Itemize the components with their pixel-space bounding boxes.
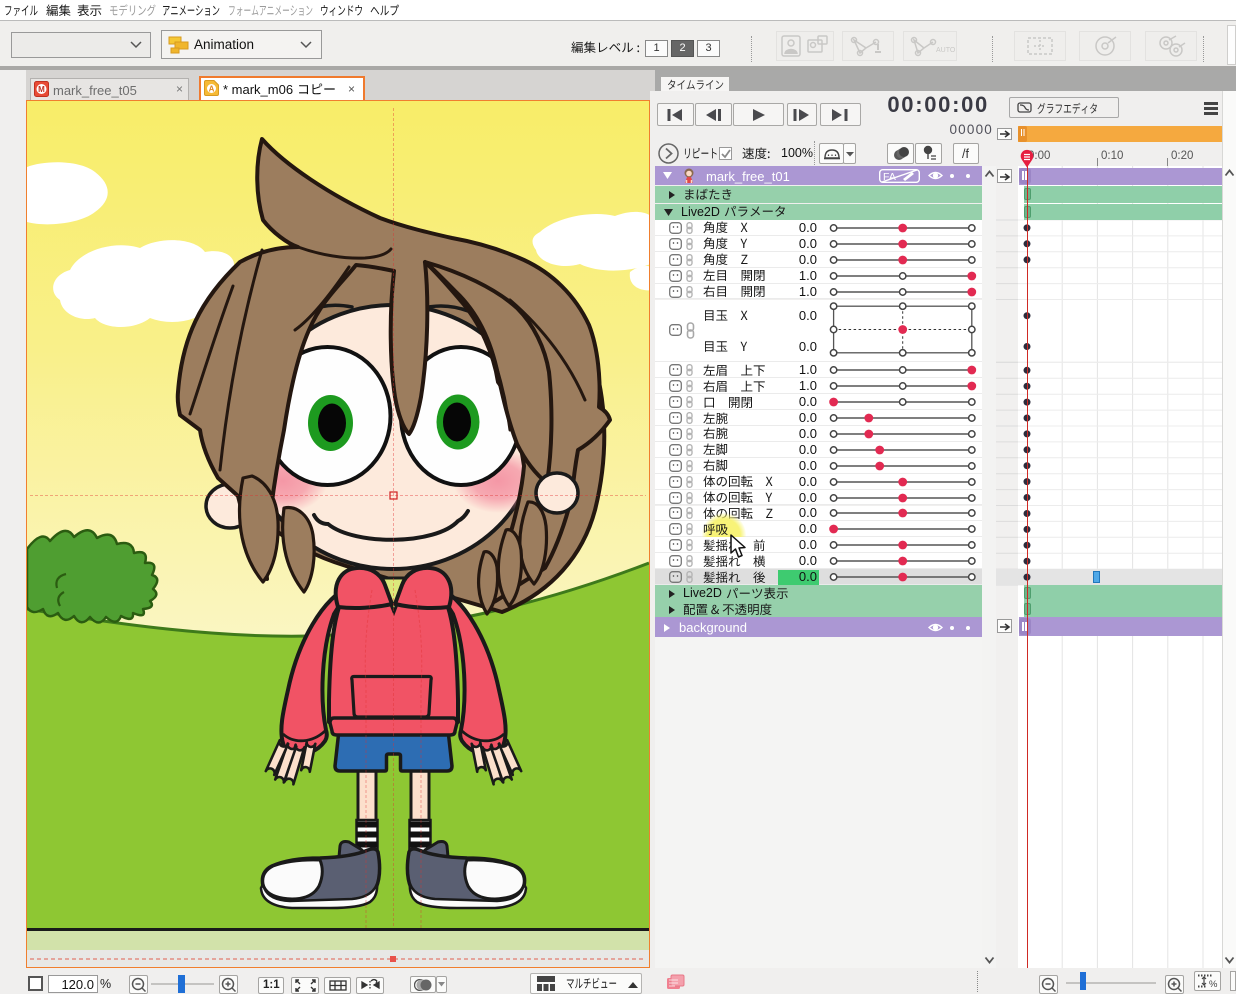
svg-text:AUTO: AUTO: [936, 47, 956, 54]
svg-text:A: A: [209, 85, 215, 94]
svg-text:M: M: [38, 85, 45, 94]
svg-text:%: %: [1209, 979, 1218, 989]
